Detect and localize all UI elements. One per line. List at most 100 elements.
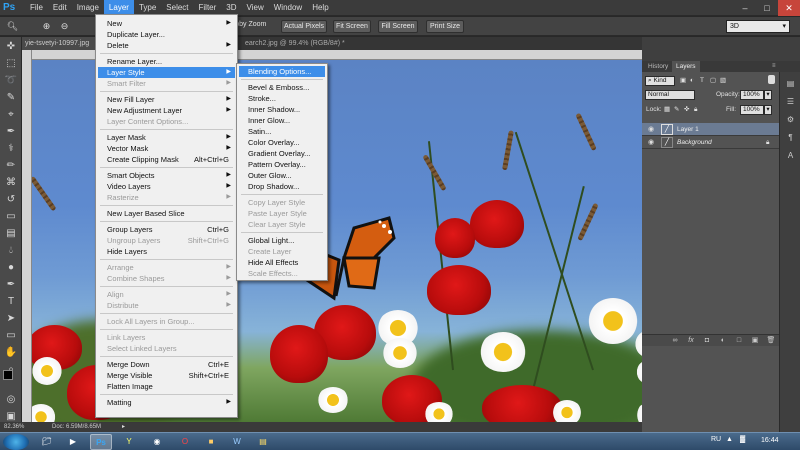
- clock[interactable]: 16:44: [761, 437, 779, 444]
- add-mask-icon[interactable]: ◘: [702, 336, 712, 346]
- lock-transparent-icon[interactable]: ▦: [664, 105, 670, 115]
- menu-item-link-layers[interactable]: Link Layers: [98, 332, 235, 343]
- style-item-inner-glow[interactable]: Inner Glow...: [239, 115, 325, 126]
- gradient-tool-icon[interactable]: ▤: [3, 227, 19, 241]
- style-item-clear-layer-style[interactable]: Clear Layer Style: [239, 219, 325, 230]
- brush-tool-icon[interactable]: ✏: [3, 159, 19, 173]
- menu-window[interactable]: Window: [269, 0, 307, 16]
- shape-tool-icon[interactable]: ▭: [3, 329, 19, 343]
- yandex-icon[interactable]: Y: [118, 434, 140, 450]
- media-player-icon[interactable]: ▶: [62, 434, 84, 450]
- menu-item-flatten-image[interactable]: Flatten Image: [98, 381, 235, 392]
- menu-item-select-linked-layers[interactable]: Select Linked Layers: [98, 343, 235, 354]
- lasso-tool-icon[interactable]: ➰: [3, 74, 19, 88]
- menu-item-lock-all-layers-in-group[interactable]: Lock All Layers in Group...: [98, 316, 235, 327]
- minimize-button[interactable]: –: [734, 0, 756, 16]
- stamp-tool-icon[interactable]: ⌘: [3, 176, 19, 190]
- style-item-pattern-overlay[interactable]: Pattern Overlay...: [239, 159, 325, 170]
- menu-item-ungroup-layers[interactable]: Ungroup Layers Shift+Ctrl+G: [98, 235, 235, 246]
- color-panel-icon[interactable]: ▤: [785, 78, 796, 89]
- kind-filter-select[interactable]: ⌕ Kind: [645, 76, 675, 86]
- menu-item-align[interactable]: Align ▶: [98, 289, 235, 300]
- path-select-tool-icon[interactable]: ➤: [3, 312, 19, 326]
- menu-item-layer-content-options[interactable]: Layer Content Options...: [98, 116, 235, 127]
- folder-icon[interactable]: ■: [200, 434, 222, 450]
- visibility-eye-icon[interactable]: ◉: [648, 138, 657, 147]
- filter-adjust-icon[interactable]: ◐: [690, 76, 694, 86]
- style-item-paste-layer-style[interactable]: Paste Layer Style: [239, 208, 325, 219]
- filter-toggle[interactable]: [768, 75, 775, 84]
- style-item-create-layer[interactable]: Create Layer: [239, 246, 325, 257]
- quick-mask-icon[interactable]: ◎: [3, 393, 19, 407]
- style-item-blending-options[interactable]: Blending Options...: [239, 66, 325, 77]
- menu-item-merge-visible[interactable]: Merge Visible Shift+Ctrl+E: [98, 370, 235, 381]
- photoshop-taskbar-icon[interactable]: Ps: [90, 434, 112, 450]
- fit-screen-button[interactable]: Fit Screen: [333, 20, 371, 33]
- keyboard-language[interactable]: RU: [711, 436, 721, 443]
- zoom-tool-icon[interactable]: 🔍︎: [6, 20, 19, 33]
- style-item-inner-shadow[interactable]: Inner Shadow...: [239, 104, 325, 115]
- filter-shape-icon[interactable]: ▢: [710, 76, 716, 86]
- lock-pixels-icon[interactable]: ✎: [674, 105, 679, 115]
- tray-arrow-icon[interactable]: ▲: [726, 436, 733, 443]
- actual-pixels-button[interactable]: Actual Pixels: [281, 20, 327, 33]
- word-icon[interactable]: W: [226, 434, 248, 450]
- layer-name[interactable]: Background: [677, 136, 712, 149]
- new-layer-icon[interactable]: ▣: [750, 336, 760, 346]
- dodge-tool-icon[interactable]: ●: [3, 261, 19, 275]
- chrome-icon[interactable]: ◉: [146, 434, 168, 450]
- healing-tool-icon[interactable]: ⚕: [3, 142, 19, 156]
- menu-item-distribute[interactable]: Distribute ▶: [98, 300, 235, 311]
- foreground-color-swatch[interactable]: [3, 370, 13, 380]
- filter-type-icon[interactable]: T: [700, 76, 704, 86]
- crop-tool-icon[interactable]: ⌖: [3, 108, 19, 122]
- type-tool-icon[interactable]: T: [3, 295, 19, 309]
- explorer-icon[interactable]: 📁︎: [36, 434, 58, 450]
- menu-item-rename-layer[interactable]: Rename Layer...: [98, 56, 235, 67]
- doc-tab-search2[interactable]: earch2.jpg @ 99.4% (RGB/8#) *: [242, 37, 422, 50]
- menu-item-hide-layers[interactable]: Hide Layers: [98, 246, 235, 257]
- menu-edit[interactable]: Edit: [48, 0, 72, 16]
- fill-screen-button[interactable]: Fill Screen: [378, 20, 418, 33]
- zoom-in-icon[interactable]: ⊕: [40, 20, 53, 33]
- properties-panel-icon[interactable]: ⚙: [785, 114, 796, 125]
- tab-history[interactable]: History: [644, 61, 672, 72]
- move-tool-icon[interactable]: ✜: [3, 40, 19, 54]
- menu-item-video-layers[interactable]: Video Layers ▶: [98, 181, 235, 192]
- opacity-chevron-icon[interactable]: ▾: [764, 90, 772, 100]
- network-icon[interactable]: ▓: [740, 436, 745, 443]
- tab-layers[interactable]: Layers: [672, 61, 700, 72]
- menu-item-combine-shapes[interactable]: Combine Shapes ▶: [98, 273, 235, 284]
- menu-item-new[interactable]: New ▶: [98, 18, 235, 29]
- opera-icon[interactable]: O: [174, 434, 196, 450]
- menu-file[interactable]: File: [25, 0, 48, 16]
- style-item-drop-shadow[interactable]: Drop Shadow...: [239, 181, 325, 192]
- menu-item-new-layer-based-slice[interactable]: New Layer Based Slice: [98, 208, 235, 219]
- zoom-level[interactable]: 82.36%: [4, 422, 24, 432]
- fx-icon[interactable]: fx: [686, 336, 696, 346]
- layer-row-layer-1[interactable]: ◉ ╱ Layer 1: [642, 123, 780, 136]
- link-layers-icon[interactable]: ∞: [670, 336, 680, 346]
- style-item-satin[interactable]: Satin...: [239, 126, 325, 137]
- menu-item-new-fill-layer[interactable]: New Fill Layer ▶: [98, 94, 235, 105]
- paragraph-panel-icon[interactable]: ¶: [785, 132, 796, 143]
- style-item-copy-layer-style[interactable]: Copy Layer Style: [239, 197, 325, 208]
- fill-chevron-icon[interactable]: ▾: [764, 105, 772, 115]
- visibility-eye-icon[interactable]: ◉: [648, 125, 657, 134]
- menu-item-matting[interactable]: Matting ▶: [98, 397, 235, 408]
- character-panel-icon[interactable]: A: [785, 150, 796, 161]
- menu-item-merge-down[interactable]: Merge Down Ctrl+E: [98, 359, 235, 370]
- style-item-bevel-emboss[interactable]: Bevel & Emboss...: [239, 82, 325, 93]
- start-button[interactable]: [3, 434, 29, 450]
- filter-smart-icon[interactable]: ▧: [720, 76, 726, 86]
- blur-tool-icon[interactable]: 💧︎: [3, 244, 19, 258]
- menu-item-layer-mask[interactable]: Layer Mask ▶: [98, 132, 235, 143]
- lock-position-icon[interactable]: ✜: [684, 105, 689, 115]
- menu-item-vector-mask[interactable]: Vector Mask ▶: [98, 143, 235, 154]
- menu-view[interactable]: View: [242, 0, 269, 16]
- layer-name[interactable]: Layer 1: [677, 123, 699, 136]
- menu-item-group-layers[interactable]: Group Layers Ctrl+G: [98, 224, 235, 235]
- style-item-outer-glow[interactable]: Outer Glow...: [239, 170, 325, 181]
- panel-menu-icon[interactable]: ≡: [768, 61, 780, 72]
- hand-tool-icon[interactable]: ✋: [3, 346, 19, 360]
